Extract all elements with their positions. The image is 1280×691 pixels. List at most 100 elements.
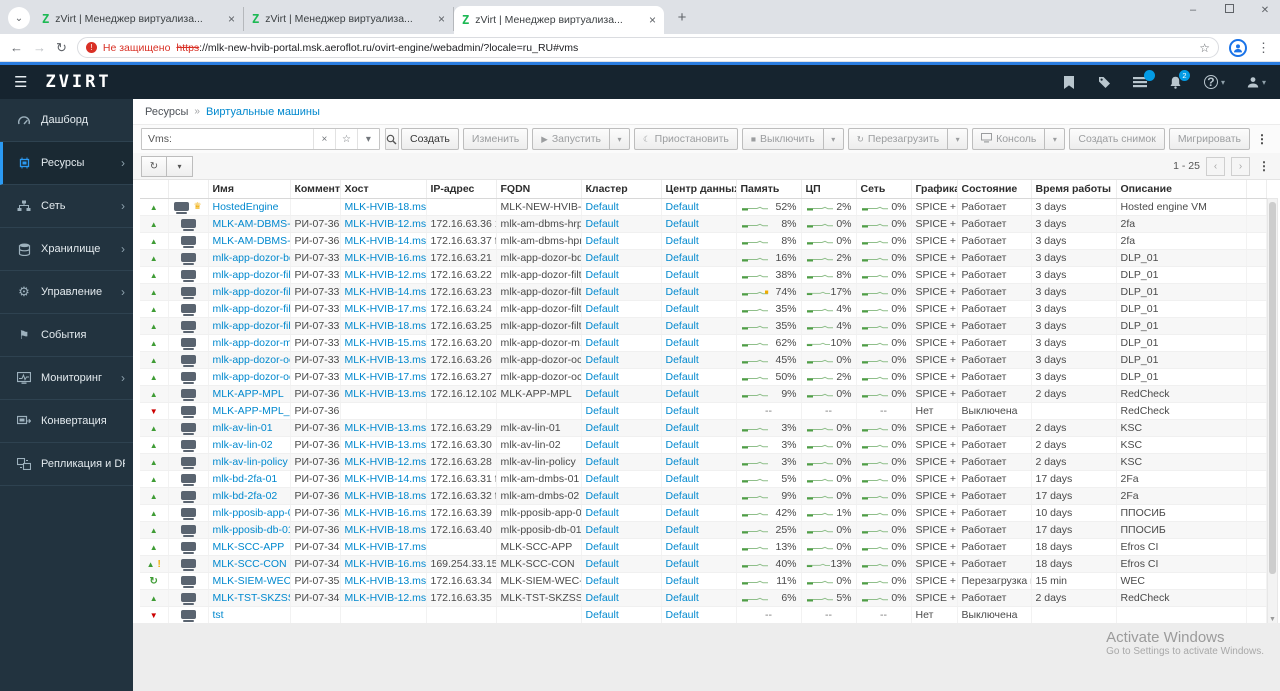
breadcrumb-root[interactable]: Ресурсы <box>145 106 188 118</box>
vm-table-row[interactable]: ▲ mlk-av-lin-02 РИ-07-3644 MLK-HVIB-13.msk.… <box>140 436 1267 454</box>
column-header-12[interactable]: Сеть <box>856 180 912 199</box>
vm-name-link[interactable]: mlk-app-dozor-ocr1_ <box>213 354 290 366</box>
column-header-8[interactable]: Кластер <box>581 180 662 199</box>
vm-name-link[interactable]: mlk-bd-2fa-01 <box>213 473 278 485</box>
vm-cluster-link[interactable]: Default <box>586 286 619 298</box>
window-minimize-icon[interactable] <box>1186 4 1200 16</box>
prev-page-button[interactable]: ‹ <box>1206 156 1225 176</box>
vm-table-row[interactable]: ▲ MLK-AM-DBMS-HPR-РИ-07-3638 MLK-HVIB-12.m… <box>140 215 1267 233</box>
bookmark-star-icon[interactable]: ☆ <box>1199 41 1210 55</box>
vm-host-link[interactable]: MLK-HVIB-14.msk.ae <box>345 286 426 298</box>
vm-cluster-link[interactable]: Default <box>586 507 619 519</box>
shutdown-caret-button[interactable]: ▾ <box>823 128 844 150</box>
column-header-7[interactable]: FQDN <box>496 180 582 199</box>
vm-name-link[interactable]: mlk-av-lin-policy <box>213 456 288 468</box>
vm-datacenter-link[interactable]: Default <box>666 524 699 536</box>
window-close-icon[interactable] <box>1258 4 1272 16</box>
tab-search-icon[interactable]: ⌄ <box>8 7 30 29</box>
console-button[interactable]: Консоль <box>972 128 1046 150</box>
vm-name-link[interactable]: mlk-av-lin-01 <box>213 422 273 434</box>
vm-host-link[interactable]: MLK-HVIB-17.msk.ae <box>345 541 426 553</box>
vm-host-link[interactable]: MLK-HVIB-12.msk.ae <box>345 592 426 604</box>
vm-name-link[interactable]: MLK-SCC-CON <box>213 558 287 570</box>
sidebar-item-events[interactable]: ⚑ События <box>0 314 133 357</box>
back-icon[interactable]: ← <box>10 40 23 55</box>
toolbar-kebab-icon[interactable]: ⋮ <box>1252 132 1272 146</box>
column-header-13[interactable]: Графика <box>911 180 958 199</box>
column-header-16[interactable]: Описание <box>1116 180 1247 199</box>
pagination-kebab-icon[interactable]: ⋮ <box>1256 159 1272 173</box>
vm-table-row[interactable]: ▲mlk-pposib-db-01РИ-07-3614MLK-HVIB-18.m… <box>140 521 1267 539</box>
vm-datacenter-link[interactable]: Default <box>666 388 699 400</box>
tag-icon[interactable] <box>1097 76 1111 89</box>
tab-close-icon[interactable]: × <box>228 12 235 26</box>
vm-host-link[interactable]: MLK-HVIB-12.msk.ae <box>345 218 426 230</box>
vm-table-row[interactable]: ▲ mlk-pposib-app-01РИ-07-3614 MLK-HVIB-16.… <box>140 504 1267 522</box>
vm-cluster-link[interactable]: Default <box>586 269 619 281</box>
vm-host-link[interactable]: MLK-HVIB-12.msk.ae <box>345 456 426 468</box>
vm-host-link[interactable]: MLK-HVIB-12.msk.ae <box>345 269 426 281</box>
next-page-button[interactable]: › <box>1231 156 1250 176</box>
browser-menu-icon[interactable]: ⋮ <box>1257 40 1270 56</box>
vm-cluster-link[interactable]: Default <box>586 490 619 502</box>
vm-datacenter-link[interactable]: Default <box>666 405 699 417</box>
vm-name-link[interactable]: mlk-app-dozor-filter1 <box>213 269 290 281</box>
vm-datacenter-link[interactable]: Default <box>666 422 699 434</box>
sidebar-item-dashboard[interactable]: Дашборд <box>0 99 133 142</box>
vm-host-link[interactable]: MLK-HVIB-18.msk.ae <box>345 201 426 213</box>
vm-name-link[interactable]: mlk-pposib-app-01 <box>213 507 290 519</box>
vm-datacenter-link[interactable]: Default <box>666 235 699 247</box>
vm-name-link[interactable]: tst <box>213 609 224 621</box>
search-dropdown-icon[interactable]: ▾ <box>356 129 379 149</box>
user-icon[interactable]: ▾ <box>1247 76 1266 88</box>
new-tab-button[interactable]: + <box>670 5 694 29</box>
vm-cluster-link[interactable]: Default <box>586 456 619 468</box>
vm-name-link[interactable]: MLK-SCC-APP <box>213 541 285 553</box>
vm-host-link[interactable]: MLK-HVIB-16.msk.ae <box>345 252 426 264</box>
vm-table-row[interactable]: ↻MLK-SIEM-WEC-01РИ-07-3588MLK-HVIB-13.ms… <box>140 572 1267 590</box>
vm-cluster-link[interactable]: Default <box>586 422 619 434</box>
reboot-button[interactable]: ↻ Перезагрузить <box>847 128 949 150</box>
vm-name-link[interactable]: mlk-av-lin-02 <box>213 439 273 451</box>
vm-cluster-link[interactable]: Default <box>586 541 619 553</box>
clear-search-icon[interactable]: × <box>312 129 335 149</box>
vm-table-row[interactable]: ▲ mlk-app-dozor-filter6РИ-07-3375 MLK-HVIB… <box>140 317 1267 335</box>
vm-datacenter-link[interactable]: Default <box>666 201 699 213</box>
vm-datacenter-link[interactable]: Default <box>666 558 699 570</box>
vm-cluster-link[interactable]: Default <box>586 524 619 536</box>
tab-close-icon[interactable]: × <box>438 12 445 26</box>
column-header-6[interactable]: IP-адрес <box>426 180 497 199</box>
breadcrumb-current[interactable]: Виртуальные машины <box>206 106 320 118</box>
vm-name-link[interactable]: MLK-APP-MPL_01 <box>213 405 290 417</box>
vm-datacenter-link[interactable]: Default <box>666 507 699 519</box>
vm-cluster-link[interactable]: Default <box>586 303 619 315</box>
vm-name-link[interactable]: MLK-AM-DBMS-HPR- <box>213 235 290 247</box>
vm-cluster-link[interactable]: Default <box>586 252 619 264</box>
not-secure-icon[interactable]: ! <box>85 42 97 53</box>
vm-name-link[interactable]: mlk-app-dozor-filter6 <box>213 320 290 332</box>
vm-datacenter-link[interactable]: Default <box>666 609 699 621</box>
vm-host-link[interactable]: MLK-HVIB-13.msk.ae <box>345 439 426 451</box>
vm-table-row[interactable]: ▲ mlk-app-dozor-ocr1_РИ-07-3375 MLK-HVIB-1… <box>140 351 1267 369</box>
reload-icon[interactable]: ↻ <box>56 40 67 56</box>
sidebar-item-conversion[interactable]: Конвертация <box>0 400 133 443</box>
vm-table-row[interactable]: ▲ MLK-AM-DBMS-HPR-РИ-07-3638 MLK-HVIB-14.m… <box>140 232 1267 250</box>
refresh-interval-caret[interactable]: ▾ <box>167 155 193 177</box>
bookmark-icon[interactable] <box>1063 75 1075 89</box>
vm-table-row[interactable]: ▲ MLK-SCC-APP РИ-07-3457 MLK-HVIB-17.msk.ae… <box>140 538 1267 556</box>
vm-host-link[interactable]: MLK-HVIB-13.msk.ae <box>345 388 426 400</box>
address-bar[interactable]: ! Не защищено https://mlk-new-hvib-porta… <box>76 37 1219 58</box>
browser-tab-2[interactable]: ZzVirt | Менеджер виртуализа... × <box>244 7 454 31</box>
vm-cluster-link[interactable]: Default <box>586 609 619 621</box>
vm-host-link[interactable]: MLK-HVIB-18.msk.ae <box>345 490 426 502</box>
vm-cluster-link[interactable]: Default <box>586 405 619 417</box>
snapshot-button[interactable]: Создать снимок <box>1069 128 1165 150</box>
vm-datacenter-link[interactable]: Default <box>666 541 699 553</box>
sidebar-item-monitoring[interactable]: Мониторинг › <box>0 357 133 400</box>
vm-datacenter-link[interactable]: Default <box>666 354 699 366</box>
edit-button[interactable]: Изменить <box>462 128 529 150</box>
sidebar-item-replication[interactable]: Репликация и DR <box>0 443 133 486</box>
vm-host-link[interactable]: MLK-HVIB-18.msk.ae <box>345 524 426 536</box>
search-input[interactable] <box>177 130 313 148</box>
sidebar-item-resources[interactable]: Ресурсы › <box>0 142 133 185</box>
